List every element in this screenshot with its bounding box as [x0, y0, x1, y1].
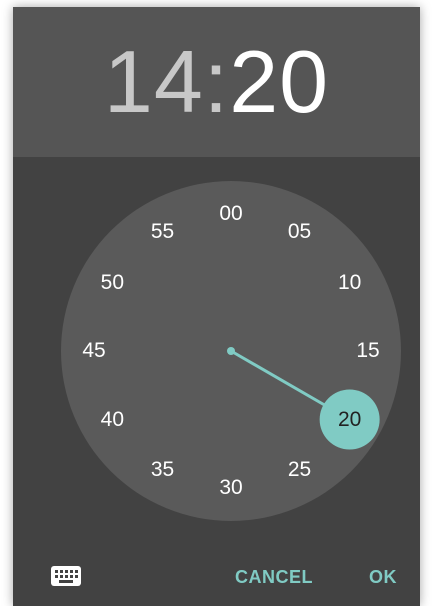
time-header: 14 : 20 [13, 7, 420, 157]
clock-dial[interactable]: 00 05 10 15 20 25 30 35 40 45 50 55 [61, 181, 401, 521]
clock-center-dot [227, 347, 235, 355]
minute-label-55[interactable]: 55 [141, 217, 185, 247]
minute-label-00[interactable]: 00 [209, 199, 253, 229]
time-separator: : [203, 32, 230, 131]
minute-label-05[interactable]: 05 [278, 217, 322, 247]
minute-label-25[interactable]: 25 [278, 455, 322, 485]
time-display: 14 : 20 [13, 7, 420, 157]
hour-display[interactable]: 14 [104, 38, 204, 126]
time-picker-dialog: 14 : 20 00 05 10 15 20 25 30 35 40 45 50 55 CANCEL … [13, 7, 420, 606]
minute-label-15[interactable]: 15 [346, 336, 390, 366]
ok-button[interactable]: OK [369, 562, 397, 592]
minute-label-30[interactable]: 30 [209, 473, 253, 503]
minute-label-40[interactable]: 40 [90, 405, 134, 435]
keyboard-icon[interactable] [51, 566, 81, 586]
minute-label-20[interactable]: 20 [328, 405, 372, 435]
dialog-footer: CANCEL OK [13, 544, 420, 606]
minute-label-45[interactable]: 45 [72, 336, 116, 366]
minute-display[interactable]: 20 [229, 38, 329, 126]
minute-label-10[interactable]: 10 [328, 268, 372, 298]
cancel-button[interactable]: CANCEL [235, 562, 313, 592]
minute-label-50[interactable]: 50 [90, 268, 134, 298]
minute-label-35[interactable]: 35 [141, 455, 185, 485]
